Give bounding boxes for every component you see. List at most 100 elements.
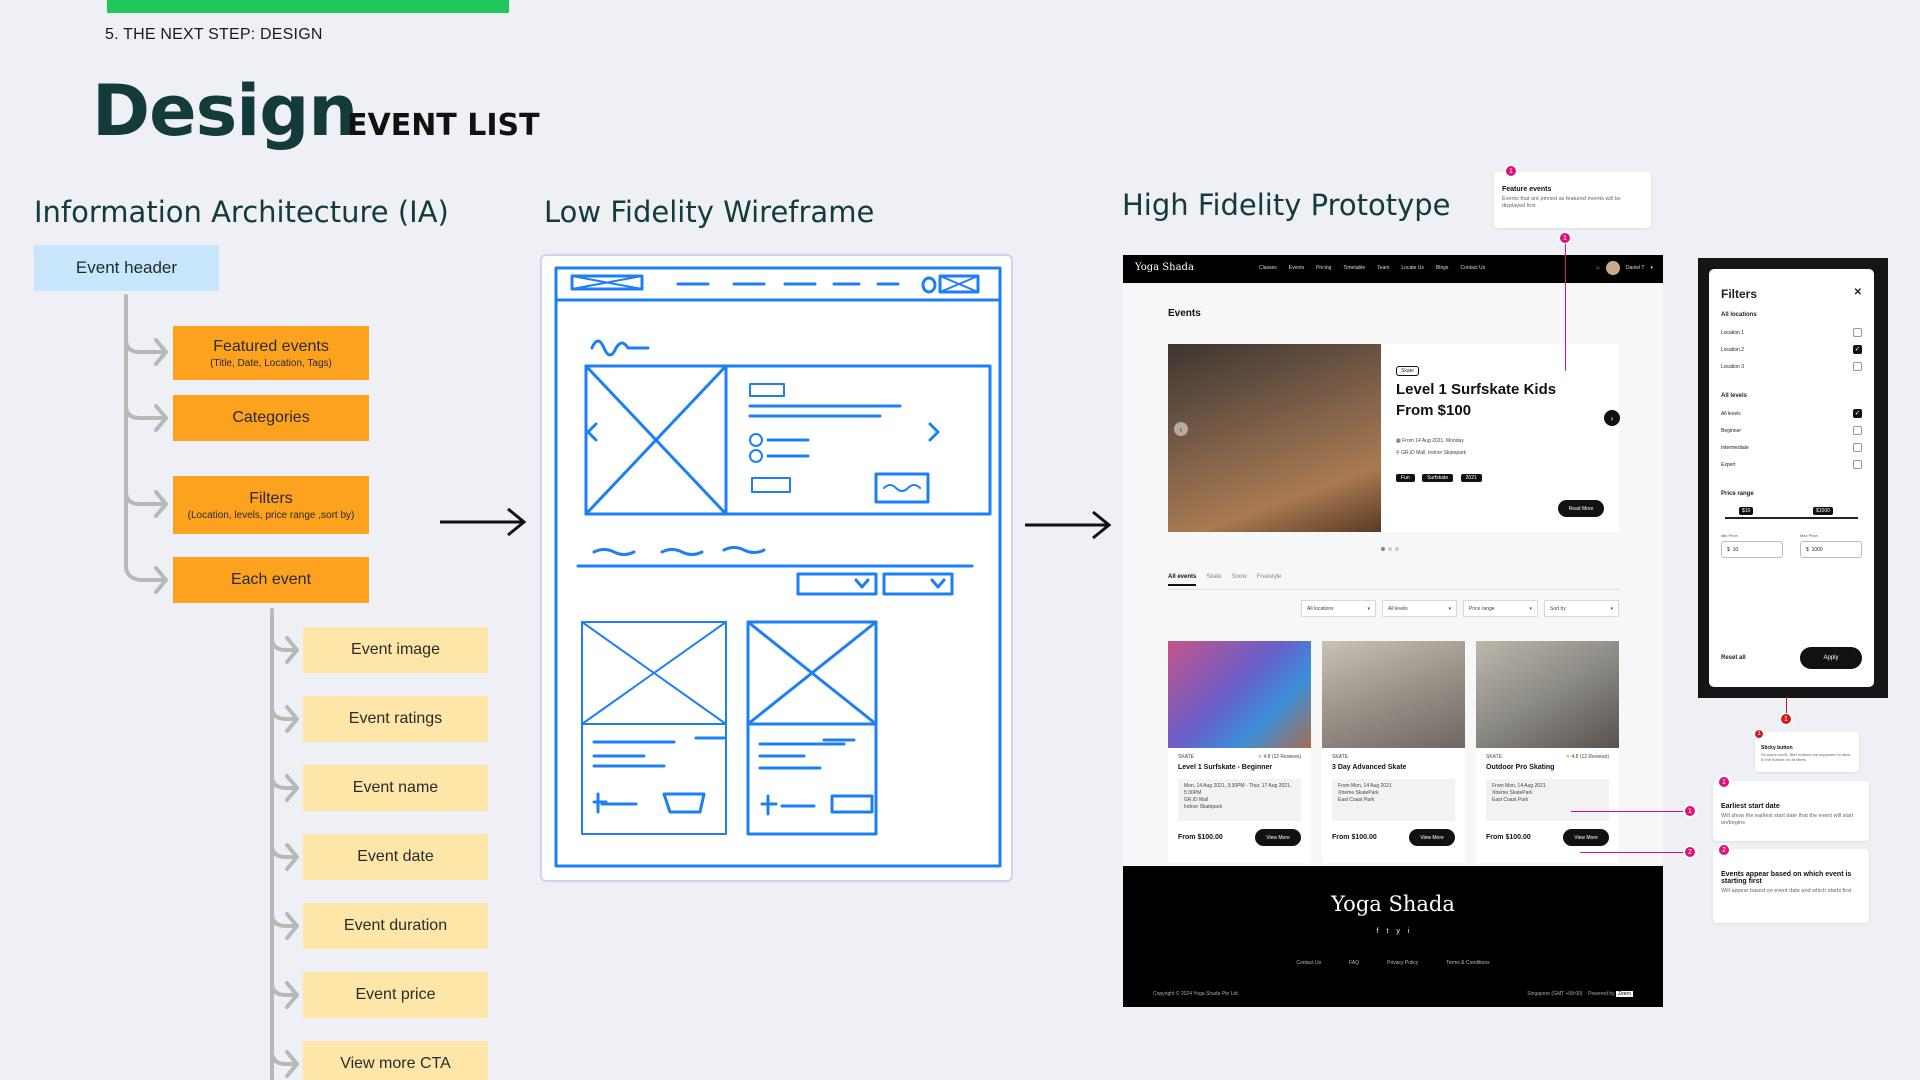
- select-locations[interactable]: All locations ▾: [1301, 600, 1376, 617]
- filter-option[interactable]: All levels ✓: [1721, 405, 1862, 422]
- user-name[interactable]: Daniel T: [1626, 265, 1645, 271]
- bell-icon[interactable]: ♨: [1595, 265, 1599, 271]
- checkbox-checked[interactable]: ✓: [1853, 409, 1862, 418]
- youtube-icon[interactable]: y: [1396, 928, 1400, 935]
- checkbox[interactable]: [1853, 443, 1862, 452]
- nav-link-blogs[interactable]: Blogs: [1436, 265, 1449, 271]
- ia-event-image: Event image: [303, 627, 488, 673]
- nav-right: ♨ Daniel T ▾: [1595, 261, 1653, 275]
- min-price-label: Min Price: [1721, 533, 1738, 538]
- featured-tag-surfskate: Surfskate: [1422, 474, 1454, 482]
- ia-event-name: Event name: [303, 765, 488, 811]
- filter-option[interactable]: Beginner: [1721, 422, 1862, 439]
- select-levels-label: All levels: [1388, 605, 1408, 612]
- featured-tag-fun: Fun: [1396, 474, 1415, 482]
- filter-option[interactable]: Location 2 ✓: [1721, 341, 1862, 358]
- featured-date-text: From 14 Aug 2021, Monday: [1402, 438, 1464, 444]
- footer-link-faq[interactable]: FAQ: [1349, 960, 1359, 966]
- view-more-button[interactable]: View More: [1255, 829, 1301, 846]
- checkbox[interactable]: [1853, 426, 1862, 435]
- select-levels[interactable]: All levels ▾: [1382, 600, 1457, 617]
- event-location: Xtreme SkatePark: [1338, 790, 1379, 796]
- event-name: 3 Day Advanced Skate: [1332, 764, 1407, 771]
- read-more-button[interactable]: Read More: [1558, 500, 1604, 517]
- ia-view-more-cta: View more CTA: [303, 1041, 488, 1080]
- close-icon[interactable]: ✕: [1854, 287, 1862, 301]
- price-max-pill[interactable]: $1000: [1813, 507, 1833, 515]
- site-footer: Yoga Shada f t y i Contact Us FAQ Privac…: [1123, 866, 1663, 1007]
- carousel-next-icon[interactable]: ›: [1604, 410, 1620, 426]
- ia-each-event: Each event: [173, 557, 369, 603]
- view-more-button[interactable]: View More: [1563, 829, 1609, 846]
- annotation-number: 1: [1683, 804, 1697, 818]
- chevron-down-icon[interactable]: ▾: [1650, 265, 1653, 271]
- ia-featured-events: Featured events (Title, Date, Location, …: [173, 326, 369, 380]
- tab-skate[interactable]: Skate: [1206, 574, 1221, 586]
- facebook-icon[interactable]: f: [1377, 928, 1379, 935]
- apply-button[interactable]: Apply: [1800, 647, 1862, 669]
- price-inputs: Min Price $ 10 Max Price $ 1000: [1721, 533, 1862, 558]
- filter-option-label: All levels: [1721, 410, 1741, 417]
- avatar[interactable]: [1605, 261, 1620, 275]
- checkbox-checked[interactable]: ✓: [1853, 345, 1862, 354]
- instagram-icon[interactable]: i: [1408, 928, 1410, 935]
- carousel-prev-icon[interactable]: ‹: [1174, 422, 1188, 436]
- view-more-button[interactable]: View More: [1409, 829, 1455, 846]
- reset-all-button[interactable]: Reset all: [1721, 655, 1746, 661]
- event-location: GR.iD Mall: [1184, 797, 1209, 803]
- checkbox[interactable]: [1853, 460, 1862, 469]
- nav-logo[interactable]: Yoga Shada: [1135, 262, 1194, 273]
- nav-link-team[interactable]: Team: [1377, 265, 1389, 271]
- nav-link-pricing[interactable]: Pricing: [1316, 265, 1331, 271]
- nav-link-classes[interactable]: Classes: [1259, 265, 1277, 271]
- filter-option[interactable]: Intermediate: [1721, 439, 1862, 456]
- filter-option[interactable]: Location 3: [1721, 358, 1862, 375]
- carousel-dot[interactable]: [1388, 547, 1392, 551]
- tab-snow[interactable]: Snow: [1232, 574, 1247, 586]
- event-card[interactable]: SKATE ★ 4.8 (12 Reviews) Outdoor Pro Ska…: [1476, 641, 1619, 863]
- footer-link-privacy[interactable]: Privacy Policy: [1387, 960, 1418, 966]
- checkbox[interactable]: [1853, 362, 1862, 371]
- annotation-number: 1: [1779, 712, 1793, 726]
- carousel-dot[interactable]: [1395, 547, 1399, 551]
- filter-option[interactable]: Expert: [1721, 456, 1862, 473]
- event-meta: SKATE ★ 4.8 (12 Reviews): [1486, 754, 1609, 760]
- min-price-input[interactable]: $ 10: [1721, 541, 1783, 558]
- event-review-count: (12 Reviews): [1271, 754, 1301, 760]
- nav-link-timetable[interactable]: Timetable: [1343, 265, 1365, 271]
- select-sort[interactable]: Sort by ▾: [1544, 600, 1619, 617]
- max-price-input[interactable]: $ 1000: [1800, 541, 1862, 558]
- footer-link-contact[interactable]: Contact Us: [1296, 960, 1321, 966]
- nav-link-locate[interactable]: Locate Us: [1401, 265, 1424, 271]
- nav-link-events[interactable]: Events: [1289, 265, 1304, 271]
- annotation-text: Will appear based on event date and whic…: [1721, 888, 1852, 894]
- event-location: Xtreme SkatePark: [1492, 790, 1533, 796]
- filter-option[interactable]: Location 1: [1721, 324, 1862, 341]
- filter-option-label: Expert: [1721, 461, 1736, 468]
- event-name: Outdoor Pro Skating: [1486, 764, 1555, 771]
- footer-link-terms[interactable]: Terms & Conditions: [1446, 960, 1489, 966]
- filter-option-label: Intermediate: [1721, 444, 1749, 451]
- calendar-icon: ▦: [1396, 438, 1401, 444]
- tab-freestyle[interactable]: Freestyle: [1257, 574, 1282, 586]
- event-card[interactable]: SKATE ★ 4.8 (12 Reviews) Level 1 Surfska…: [1168, 641, 1311, 863]
- nav-bar: Yoga Shada Classes Events Pricing Timeta…: [1123, 255, 1663, 283]
- select-price[interactable]: Price range ▾: [1463, 600, 1538, 617]
- checkbox[interactable]: [1853, 328, 1862, 337]
- event-card[interactable]: SKATE 3 Day Advanced Skate From Mon, 14 …: [1322, 641, 1465, 863]
- wireframe-title: Low Fidelity Wireframe: [544, 195, 875, 229]
- price-range-slider[interactable]: $10 $1000: [1721, 503, 1862, 527]
- star-icon: ★: [1257, 754, 1263, 760]
- featured-tag-year: 2021: [1460, 474, 1482, 482]
- tab-all-events[interactable]: All events: [1168, 574, 1197, 586]
- annotation-number: 1: [1558, 231, 1572, 245]
- region-selector[interactable]: Singapore (GMT +08:00): [1527, 991, 1582, 997]
- location-pin-icon: ⚲: [1396, 450, 1400, 456]
- price-min-pill[interactable]: $10: [1739, 507, 1754, 515]
- filter-group-locations: All locations: [1721, 312, 1757, 318]
- event-rating: ★ 4.8 (12 Reviews): [1258, 754, 1301, 760]
- twitter-icon[interactable]: t: [1386, 928, 1388, 935]
- event-price: From $100.00: [1332, 834, 1377, 841]
- nav-link-contact[interactable]: Contact Us: [1460, 265, 1485, 271]
- carousel-dot[interactable]: [1381, 547, 1385, 551]
